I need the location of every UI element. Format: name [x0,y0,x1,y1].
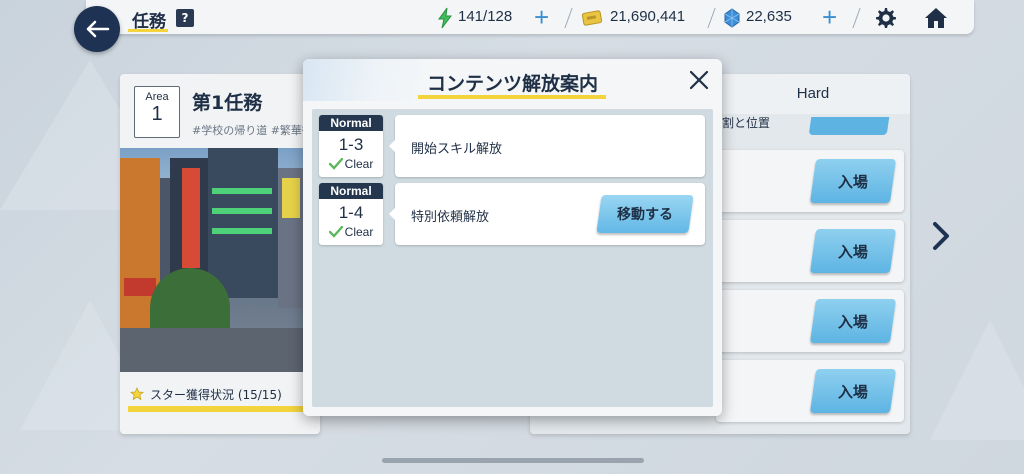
star-icon [130,387,144,401]
unlock-item-text: 特別依頼解放 [411,210,490,225]
partial-mission-text: 割と位置 [722,116,771,130]
stage-badge: Normal 1-3 Clear [319,115,383,177]
gems-value: 22,635 [746,8,792,25]
check-icon [328,226,343,238]
difficulty-label: Normal [319,115,383,131]
star-status: スター獲得状況 (15/15) [150,388,282,402]
difficulty-label: Normal [319,183,383,199]
modal-title-underline [418,95,606,99]
stage-number: 1-4 [338,203,364,222]
gem-icon [724,8,740,28]
modal-body: Normal 1-3 Clear 開始スキル解放 Normal 1-4 Clea… [312,109,713,407]
credit-ticket-icon [581,10,603,26]
area-badge: Area 1 [134,86,180,138]
background-decoration [930,320,1024,440]
back-button[interactable] [74,6,120,52]
area-image [120,148,303,372]
star-progress-bar [128,406,304,412]
area-tags: #学校の帰り道 #繁華街 [192,124,304,137]
close-icon[interactable] [685,66,713,94]
home-indicator[interactable] [382,458,644,463]
stage-number: 1-3 [338,135,364,154]
area-number: 1 [151,103,163,125]
home-icon[interactable] [923,6,949,30]
modal-title: コンテンツ解放案内 [426,73,598,95]
area-title: 第1任務 [192,92,263,114]
clear-status: Clear [319,225,383,239]
unlock-item: 開始スキル解放 [389,115,705,177]
stamina-value: 141/128 [458,8,513,25]
enter-button[interactable]: 入場 [809,299,897,343]
clear-status: Clear [319,157,383,171]
credits-value: 21,690,441 [610,8,686,25]
gear-icon[interactable] [873,6,897,30]
move-button[interactable]: 移動する [596,195,694,233]
help-icon[interactable]: ? [176,9,194,27]
stamina-bolt-icon [438,7,452,29]
top-bar [86,0,974,34]
area-label: Area [145,91,169,103]
chevron-right-icon[interactable] [930,220,952,252]
unlock-item: 特別依頼解放 移動する [389,183,705,245]
enter-button[interactable]: 入場 [809,369,897,413]
partial-enter-button[interactable] [808,117,890,135]
enter-button[interactable]: 入場 [809,229,897,273]
title-underline [128,29,168,32]
back-arrow-icon [86,20,110,38]
unlock-item-text: 開始スキル解放 [411,142,503,157]
tab-hard[interactable]: Hard [716,74,910,114]
gems-plus-button[interactable]: + [822,2,837,33]
enter-button[interactable]: 入場 [809,159,897,203]
check-icon [328,158,343,170]
stage-badge: Normal 1-4 Clear [319,183,383,245]
content-unlock-modal: コンテンツ解放案内 Normal 1-3 Clear 開始スキル解放 Norma… [303,59,722,416]
stamina-plus-button[interactable]: + [534,2,549,33]
